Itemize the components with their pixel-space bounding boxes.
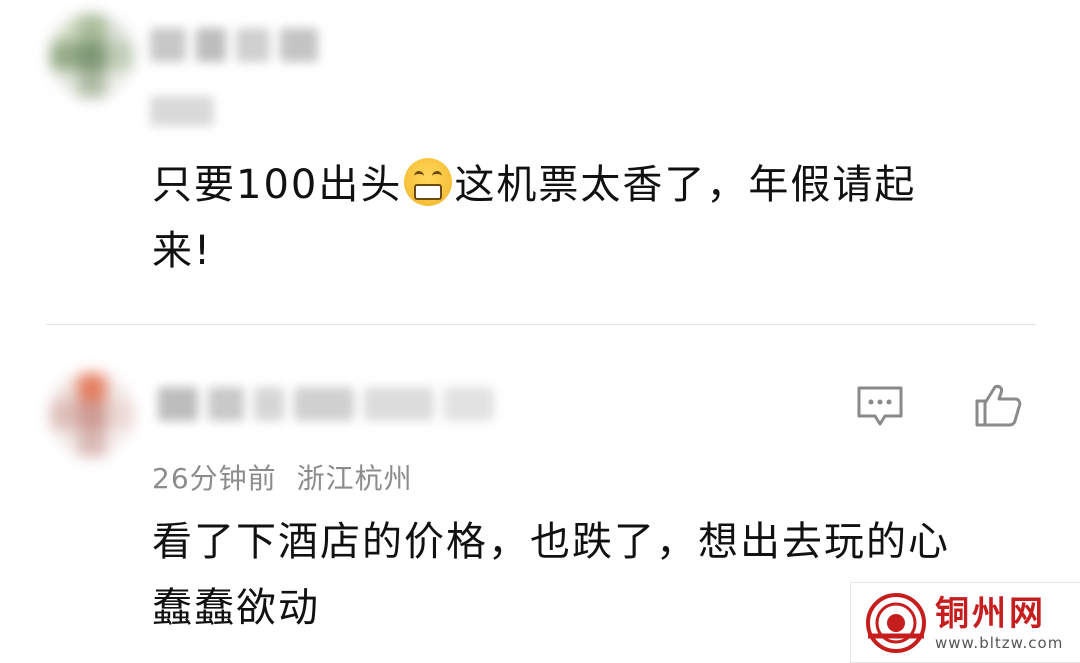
comment-location: 浙江杭州 [296,462,413,495]
thumbs-up-icon [975,384,1022,427]
comment-text-part: 蠢蠢欲动 [152,585,320,631]
meta-blurred [150,96,214,126]
comment-item-1: 只要100出头 这机票太香了，年假请起 来! [0,0,1080,324]
comment-meta: 26分钟前 浙江杭州 [152,457,413,497]
username-blurred[interactable] [150,28,318,62]
comment-text-part: 只要100出头 [152,162,403,208]
grinning-face-icon [404,158,453,206]
username-blurred[interactable] [158,387,494,421]
avatar[interactable] [50,373,134,457]
like-button[interactable] [972,379,1024,431]
site-watermark: 铜州网 www.bltzw.com [850,582,1080,663]
comment-text-part: 来! [152,228,213,274]
avatar[interactable] [50,14,134,98]
reply-button[interactable] [854,381,906,433]
watermark-title: 铜州网 [935,593,1046,634]
watermark-url: www.bltzw.com [935,633,1064,652]
site-logo-icon [866,592,926,653]
comment-text-part: 看了下酒店的价格，也跌了，想出去玩的心 [152,519,950,565]
comment-bubble-icon [857,386,903,426]
comment-text-part: 这机票太香了，年假请起 [454,162,917,208]
comment-time: 26分钟前 [152,462,277,495]
comment-text: 只要100出头 这机票太香了，年假请起 来! [152,152,1032,284]
